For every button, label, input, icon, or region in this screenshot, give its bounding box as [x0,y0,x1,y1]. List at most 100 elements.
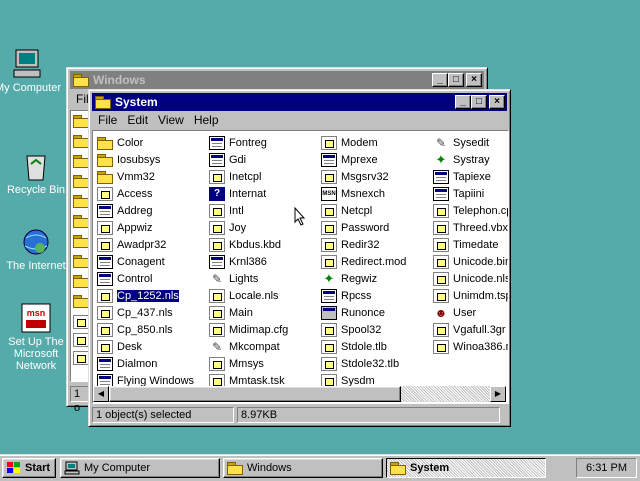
file-item[interactable]: Locale.nls [209,287,317,304]
file-item[interactable]: Runonce [321,304,429,321]
document-icon [321,356,337,371]
file-item[interactable]: Control [97,270,205,287]
file-item[interactable]: Tapiexe [433,168,508,185]
file-item[interactable]: Cp_1252.nls [97,287,205,304]
maximize-button[interactable]: □ [448,73,464,87]
document-icon [97,186,113,201]
file-item[interactable]: Mprexe [321,151,429,168]
desktop-icon-recycle-bin[interactable]: Recycle Bin [0,150,76,196]
system-file-list[interactable]: Color Iosubsys Vmm32 Access Addreg Appwiz Awad… [92,130,509,404]
document-icon [97,339,113,354]
file-item[interactable]: Vmm32 [97,168,205,185]
desktop-icon-my-computer[interactable]: My Computer [0,48,68,94]
file-item[interactable]: Tapiini [433,185,508,202]
file-item[interactable]: Rpcss [321,287,429,304]
taskbar-button-system[interactable]: System [386,458,546,478]
file-item[interactable]: Stdole32.tlb [321,355,429,372]
windows-window-titlebar[interactable]: Windows _ □ × [70,71,484,89]
file-item[interactable]: Redir32 [321,236,429,253]
file-item[interactable]: ? Internat [209,185,317,202]
file-item[interactable]: Redirect.mod [321,253,429,270]
file-item[interactable]: Winoa386.m [433,338,508,355]
minimize-button[interactable]: _ [432,73,448,87]
file-item[interactable]: Netcpl [321,202,429,219]
system-folder-window[interactable]: System _ □ × File Edit View Help Color Io… [88,89,511,427]
document-icon [433,254,449,269]
file-item[interactable]: Addreg [97,202,205,219]
file-item[interactable]: Desk [97,338,205,355]
file-item[interactable]: Kbdus.kbd [209,236,317,253]
file-item[interactable]: Midimap.cfg [209,321,317,338]
file-item[interactable]: Iosubsys [97,151,205,168]
file-item[interactable]: Spool32 [321,321,429,338]
scroll-thumb[interactable] [109,386,401,402]
taskbar-button-windows[interactable]: Windows [223,458,383,478]
document-icon [209,237,225,252]
scroll-right-button[interactable]: ▶ [490,386,506,402]
file-item[interactable]: MSN Msnexch [321,185,429,202]
document-icon [209,220,225,235]
file-item[interactable]: Password [321,219,429,236]
file-item-label: Cp_1252.nls [116,288,180,303]
wizard-icon: ✦ [435,151,447,167]
wizard-icon: ✦ [323,270,335,286]
window-title: System [115,95,158,109]
file-item[interactable]: Color [97,134,205,151]
file-item[interactable]: Conagent [97,253,205,270]
file-item[interactable]: Inetcpl [209,168,317,185]
maximize-button[interactable]: □ [471,95,487,109]
file-item[interactable]: Msgsrv32 [321,168,429,185]
file-item[interactable]: Krnl386 [209,253,317,270]
desktop-icon-msn[interactable]: msn Set Up The Microsoft Network [0,302,76,372]
file-item[interactable]: Modem [321,134,429,151]
menu-view[interactable]: View [153,113,189,127]
system-clock[interactable]: 6:31 PM [576,458,637,478]
file-item[interactable]: Appwiz [97,219,205,236]
file-item-label: Modem [341,136,378,149]
desktop-icon-internet[interactable]: The Internet [0,226,76,272]
file-item[interactable]: Timedate [433,236,508,253]
menu-file[interactable]: File [93,113,122,127]
taskbar-button-my-computer[interactable]: My Computer [60,458,220,478]
system-window-titlebar[interactable]: System _ □ × [92,93,507,111]
close-button[interactable]: × [466,73,482,87]
minimize-button[interactable]: _ [455,95,471,109]
windows-logo-icon [7,462,20,473]
file-item[interactable]: Cp_850.nls [97,321,205,338]
file-item[interactable]: Cp_437.nls [97,304,205,321]
file-item[interactable]: ✦ Regwiz [321,270,429,287]
file-item[interactable]: Unicode.nls [433,270,508,287]
horizontal-scrollbar[interactable]: ◀ ▶ [93,386,506,402]
file-item[interactable]: ✎ Sysedit [433,134,508,151]
file-item[interactable]: Stdole.tlb [321,338,429,355]
help-icon: ? [209,186,225,201]
clock-time: 6:31 PM [586,462,627,474]
file-item[interactable]: Threed.vbx [433,219,508,236]
file-item[interactable]: Unicode.bin [433,253,509,270]
close-button[interactable]: × [489,95,505,109]
file-item[interactable]: Fontreg [209,134,317,151]
file-item[interactable]: Awadpr32 [97,236,205,253]
document-icon [97,220,113,235]
file-item[interactable]: Main [209,304,317,321]
file-item-label: Mkcompat [229,340,280,353]
file-item[interactable]: ✦ Systray [433,151,508,168]
folder-icon [97,153,113,167]
file-item[interactable]: Dialmon [97,355,205,372]
file-item[interactable]: Mmsys [209,355,317,372]
file-item[interactable]: ✎ Mkcompat [209,338,317,355]
file-item[interactable]: Access [97,185,205,202]
scroll-left-button[interactable]: ◀ [93,386,109,402]
folder-icon [73,155,89,170]
file-item[interactable]: Telephon.cp [433,202,508,219]
file-item[interactable]: ✎ Lights [209,270,317,287]
start-button[interactable]: Start [2,458,56,478]
file-item[interactable]: ☻ User [433,304,508,321]
menu-edit[interactable]: Edit [122,113,153,127]
tool-icon: ✎ [211,339,223,354]
menu-help[interactable]: Help [189,113,224,127]
file-item-label: Unicode.bin [453,255,509,268]
file-item[interactable]: Unimdm.tsp [433,287,508,304]
file-item[interactable]: Gdi [209,151,317,168]
file-item[interactable]: Vgafull.3gr [433,321,508,338]
